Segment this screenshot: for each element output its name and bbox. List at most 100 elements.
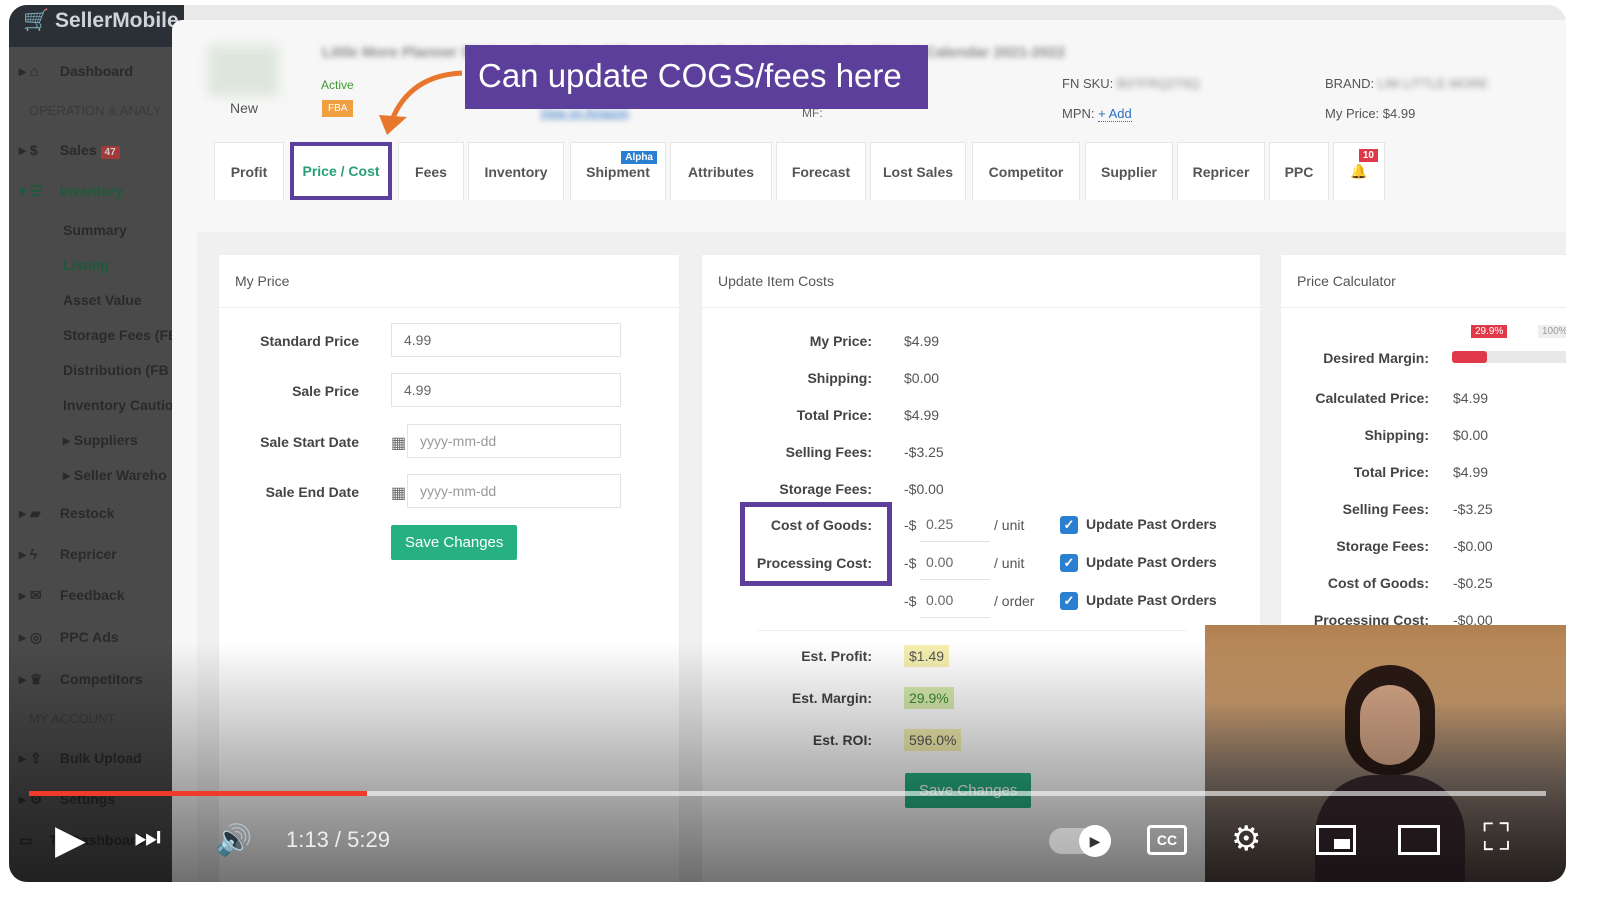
label: FN SKU: — [1062, 76, 1114, 91]
app-logo: 🛒 SellerMobile — [9, 5, 184, 47]
tab-ppc[interactable]: PPC — [1269, 142, 1329, 200]
theater-mode-icon[interactable] — [1398, 825, 1440, 855]
tab-competitor[interactable]: Competitor — [972, 142, 1080, 200]
product-image — [208, 46, 278, 96]
card-title: My Price — [219, 255, 679, 308]
standard-price-input[interactable]: 4.99 — [391, 323, 621, 357]
cost-input[interactable]: 0.00 — [920, 584, 990, 618]
sidebar-item-summary[interactable]: Summary — [63, 222, 127, 238]
sale-start-date-input[interactable]: yyyy-mm-dd — [407, 424, 621, 458]
autoplay-toggle[interactable]: ▶ — [1049, 825, 1111, 857]
progress-played — [29, 791, 368, 796]
sidebar-item-competitors[interactable]: ▸ ♛ Competitors — [19, 671, 142, 688]
calendar-icon: ▦ — [391, 435, 407, 452]
calculator-row-value: -$0.25 — [1453, 575, 1493, 591]
update-past-orders-checkbox[interactable]: ✓ Update Past Orders — [1060, 592, 1217, 610]
checkbox-label: Update Past Orders — [1086, 554, 1217, 570]
sidebar-item-distribution[interactable]: Distribution (FB — [63, 362, 169, 378]
tab-shipment[interactable]: Shipment Alpha — [570, 142, 666, 200]
est-roi-value: 596.0% — [904, 729, 962, 751]
tab-lost-sales[interactable]: Lost Sales — [870, 142, 966, 200]
captions-icon[interactable]: CC — [1147, 825, 1187, 855]
cost-input[interactable]: 0.00 — [920, 546, 990, 580]
sidebar-item-sales[interactable]: ▸ $ Sales 47 — [19, 142, 120, 159]
checkbox-checked-icon: ✓ — [1060, 516, 1078, 534]
sales-badge: 47 — [100, 146, 120, 159]
cost-row-label: Selling Fees: — [785, 444, 872, 460]
label: Restock — [59, 505, 115, 521]
cost-input[interactable]: 0.25 — [920, 508, 990, 542]
progress-bar[interactable] — [29, 791, 1546, 796]
checkbox-label: Update Past Orders — [1086, 516, 1217, 532]
label: Feedback — [59, 587, 125, 603]
tab-supplier[interactable]: Supplier — [1085, 142, 1173, 200]
sidebar-item-repricer[interactable]: ▸ ϟ Repricer — [19, 546, 117, 563]
tab-attributes[interactable]: Attributes — [670, 142, 772, 200]
sidebar-item-inventory-caution[interactable]: Inventory Cautio — [63, 397, 173, 413]
video-player[interactable]: 🛒 SellerMobile ▸ ⌂ Dashboard OPERATION & … — [9, 5, 1566, 882]
label: Repricer — [59, 546, 117, 562]
fba-badge: FBA — [322, 100, 354, 117]
label: Sales — [59, 142, 97, 158]
label: Suppliers — [73, 432, 138, 448]
cost-row-value: -$0.00 — [904, 481, 944, 497]
tab-inventory[interactable]: Inventory — [468, 142, 564, 200]
volume-icon[interactable]: 🔊 — [215, 823, 252, 858]
sidebar-item-listing[interactable]: Listing — [63, 257, 109, 273]
tab-profit[interactable]: Profit — [214, 142, 284, 200]
tab-notifications[interactable]: 🔔 10 — [1333, 142, 1385, 200]
alpha-badge: Alpha — [621, 151, 657, 164]
tv-icon: ▭ — [19, 832, 33, 848]
label: Bulk Upload — [59, 750, 142, 766]
sale-price-label: Sale Price — [292, 383, 359, 399]
miniplayer-icon[interactable] — [1316, 825, 1356, 855]
play-icon: ▶ — [1079, 825, 1111, 857]
list-icon: ☰ — [29, 183, 43, 199]
tab-repricer[interactable]: Repricer — [1177, 142, 1265, 200]
calculator-row-label: Selling Fees: — [1342, 501, 1429, 517]
sidebar-item-seller-warehouse[interactable]: ▸ Seller Wareho — [63, 467, 167, 484]
trophy-icon: ♛ — [29, 671, 43, 687]
sale-price-input[interactable]: 4.99 — [391, 373, 621, 407]
settings-gear-icon[interactable]: ⚙ — [1231, 819, 1261, 859]
est-margin-label: Est. Margin: — [791, 690, 872, 706]
desired-margin-slider[interactable] — [1452, 351, 1566, 363]
cost-row-label: My Price: — [809, 333, 872, 349]
standard-price-label: Standard Price — [260, 333, 359, 349]
cost-row-label: Total Price: — [796, 407, 872, 423]
fullscreen-icon[interactable]: ⛶ — [1483, 817, 1510, 860]
mpn: MPN: + Add — [1062, 106, 1132, 122]
calculator-row-label: Total Price: — [1353, 464, 1429, 480]
unit-label: / order — [994, 593, 1035, 609]
add-mpn-link[interactable]: + Add — [1098, 106, 1132, 122]
sidebar-item-dashboard[interactable]: ▸ ⌂ Dashboard — [19, 63, 133, 80]
calendar-icon: ▦ — [391, 485, 407, 502]
tab-forecast[interactable]: Forecast — [776, 142, 866, 200]
save-price-button[interactable]: Save Changes — [391, 525, 518, 560]
sidebar-item-inventory[interactable]: ▾ ☰ Inventory — [19, 183, 123, 200]
sidebar-item-storage-fees[interactable]: Storage Fees (FB — [63, 327, 178, 343]
brand: BRAND: LIM LITTLE MORE — [1325, 76, 1488, 91]
update-past-orders-checkbox[interactable]: ✓ Update Past Orders — [1060, 516, 1217, 534]
divider — [757, 630, 1187, 631]
tab-fees[interactable]: Fees — [398, 142, 464, 200]
sidebar-item-suppliers[interactable]: ▸ Suppliers — [63, 432, 138, 449]
bell-icon: 🔔 — [1350, 163, 1368, 179]
label: MPN: — [1062, 106, 1095, 121]
sidebar-item-bulk-upload[interactable]: ▸ ⇪ Bulk Upload — [19, 750, 142, 767]
sidebar-item-asset-value[interactable]: Asset Value — [63, 292, 142, 308]
section-heading: MY ACCOUNT — [29, 711, 116, 726]
play-icon[interactable]: ▶ — [55, 817, 86, 863]
calculator-row-value: $0.00 — [1453, 427, 1489, 443]
status-label: Active — [321, 78, 354, 92]
update-past-orders-checkbox[interactable]: ✓ Update Past Orders — [1060, 554, 1217, 572]
my-price-header: My Price: $4.99 — [1325, 106, 1416, 121]
cost-row-value: $4.99 — [904, 407, 940, 423]
value: B07FRQ2T6Q — [1116, 76, 1201, 91]
sidebar-item-restock[interactable]: ▸ ▰ Restock — [19, 505, 114, 522]
sidebar-item-feedback[interactable]: ▸ ✉ Feedback — [19, 587, 125, 604]
sidebar-item-ppc-ads[interactable]: ▸ ◎ PPC Ads — [19, 629, 119, 646]
next-icon[interactable]: ⏭ — [134, 821, 161, 855]
tab-price-cost[interactable]: Price / Cost — [290, 142, 392, 200]
sale-end-date-input[interactable]: yyyy-mm-dd — [407, 474, 621, 508]
